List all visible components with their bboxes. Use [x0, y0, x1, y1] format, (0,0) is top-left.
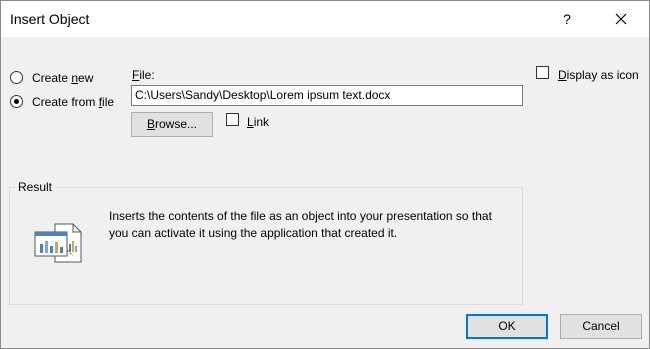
- result-description: Inserts the contents of the file as an o…: [109, 209, 492, 240]
- dialog-title: Insert Object: [10, 11, 90, 27]
- link-checkbox[interactable]: [226, 113, 239, 126]
- create-from-file-radio[interactable]: [10, 95, 23, 108]
- insert-object-dialog: Insert Object ? Create new Create from f…: [0, 0, 650, 349]
- display-as-icon-label[interactable]: Display as icon: [558, 68, 639, 82]
- file-label: File:: [132, 68, 155, 82]
- create-new-radio[interactable]: [10, 71, 23, 84]
- embedded-object-icon: [33, 220, 87, 266]
- create-from-file-label[interactable]: Create from file: [32, 95, 114, 109]
- result-legend: Result: [16, 180, 55, 194]
- title-bar: Insert Object ?: [1, 1, 649, 37]
- display-as-icon-checkbox[interactable]: [536, 66, 549, 79]
- ok-button[interactable]: OK: [466, 314, 548, 339]
- close-button[interactable]: [607, 7, 635, 31]
- link-label[interactable]: Link: [247, 115, 269, 129]
- help-button[interactable]: ?: [553, 7, 581, 31]
- create-new-label[interactable]: Create new: [32, 71, 93, 85]
- browse-button[interactable]: Browse...: [131, 112, 213, 137]
- file-path-input[interactable]: C:\Users\Sandy\Desktop\Lorem ipsum text.…: [131, 85, 523, 106]
- cancel-button[interactable]: Cancel: [560, 314, 642, 339]
- close-icon: [615, 13, 627, 25]
